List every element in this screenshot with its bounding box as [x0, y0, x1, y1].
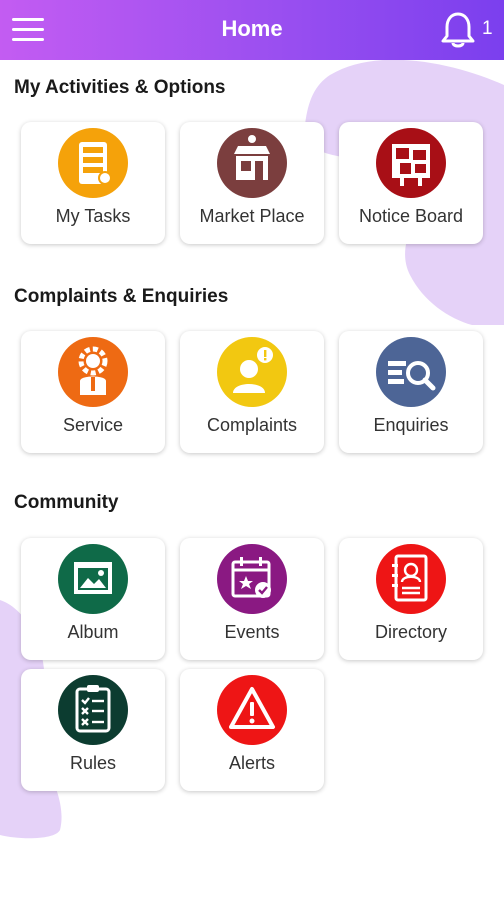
- album-label: Album: [67, 622, 119, 642]
- store-icon: [217, 128, 287, 198]
- enquiries-icon: [376, 337, 446, 407]
- alerts-label: Alerts: [228, 753, 275, 773]
- market-place-button[interactable]: Market Place: [180, 122, 324, 244]
- directory-button[interactable]: Directory: [339, 538, 483, 660]
- directory-label: Directory: [374, 622, 447, 642]
- service-icon: [58, 337, 128, 407]
- alerts-icon: [217, 675, 287, 745]
- market-place-label: Market Place: [199, 206, 305, 226]
- rules-label: Rules: [69, 753, 117, 773]
- page-title: Home: [221, 16, 283, 41]
- album-button[interactable]: Album: [21, 538, 165, 660]
- my-tasks-button[interactable]: My Tasks: [21, 122, 165, 244]
- alerts-button[interactable]: Alerts: [180, 669, 324, 791]
- complaints-icon: [217, 337, 287, 407]
- notice-board-button[interactable]: Notice Board: [339, 122, 483, 244]
- service-button[interactable]: Service: [21, 331, 165, 453]
- events-button[interactable]: Events: [180, 538, 324, 660]
- events-icon: [217, 544, 287, 614]
- rules-button[interactable]: Rules: [21, 669, 165, 791]
- directory-icon: [376, 544, 446, 614]
- enquiries-button[interactable]: Enquiries: [339, 331, 483, 453]
- my-tasks-label: My Tasks: [55, 206, 131, 226]
- complaints-label: Complaints: [206, 415, 298, 435]
- bell-icon[interactable]: [440, 11, 476, 49]
- section-title-complaints: Complaints & Enquiries: [14, 286, 229, 307]
- notice-board-icon: [376, 128, 446, 198]
- tasks-icon: [58, 128, 128, 198]
- app-header: Home 1: [0, 0, 504, 60]
- notification-count: 1: [482, 18, 493, 39]
- section-title-community: Community: [14, 492, 119, 513]
- events-label: Events: [224, 622, 280, 642]
- complaints-button[interactable]: Complaints: [180, 331, 324, 453]
- rules-icon: [58, 675, 128, 745]
- service-label: Service: [62, 415, 124, 435]
- album-icon: [58, 544, 128, 614]
- enquiries-label: Enquiries: [373, 415, 449, 435]
- notice-board-label: Notice Board: [358, 206, 464, 226]
- section-title-activities: My Activities & Options: [14, 77, 226, 98]
